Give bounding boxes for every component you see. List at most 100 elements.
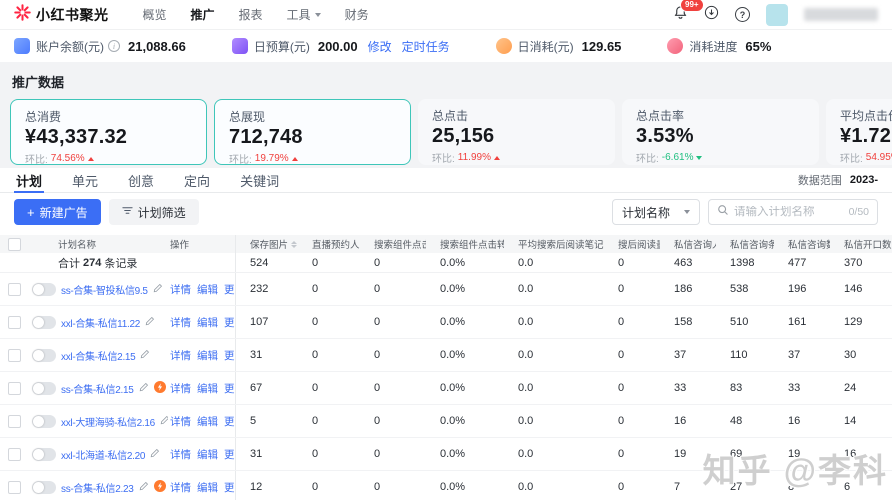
action-more[interactable]: 更多 [224,381,235,396]
tab-2[interactable]: 创意 [126,168,156,192]
campaign-name-link[interactable]: ss-合集-私信2.15 [61,381,134,396]
row-toggle[interactable] [32,348,56,362]
column-header[interactable]: 私信咨询人数 [660,235,716,253]
column-header[interactable]: 保存图片 [236,235,298,253]
row-checkbox[interactable] [8,381,21,395]
tab-0[interactable]: 计划 [14,168,45,193]
metric-cell: 16 [844,448,857,460]
date-range[interactable]: 数据范围 2023- [798,172,878,188]
plan-filter-button[interactable]: 计划筛选 [108,199,199,225]
action-more[interactable]: 更多 [224,414,235,429]
help-icon[interactable]: ? [735,7,750,22]
action-detail[interactable]: 详情 [170,315,191,330]
edit-icon[interactable] [160,415,168,428]
nav-item-4[interactable]: 财务 [345,6,369,23]
column-header[interactable]: 搜索组件点击转化率 [426,235,504,253]
row-toggle[interactable] [32,414,56,428]
metric-cell: 0 [374,283,381,295]
row-toggle[interactable] [32,282,56,296]
row-toggle[interactable] [32,447,56,461]
metric-cell: 16 [788,415,801,427]
edit-icon[interactable] [139,481,149,494]
action-detail[interactable]: 详情 [170,381,191,396]
action-more[interactable]: 更多 [224,315,235,330]
nav-item-3[interactable]: 工具 [287,6,321,23]
column-header[interactable]: 私信咨询条数 [716,235,774,253]
notifications-button[interactable]: 99+ [673,0,704,25]
new-ad-button[interactable]: + 新建广告 [14,199,101,225]
table-row: ss-合集-私信2.15 详情编辑更多 67 0 0 0.0% 0.0 0 33 83 33 24 [0,372,892,405]
action-edit[interactable]: 编辑 [197,414,218,429]
stat-card[interactable]: 总点击率 3.53% 环比: -6.61% [622,99,819,165]
row-checkbox[interactable] [8,447,21,461]
column-header[interactable]: 直播预约人次 [298,235,360,253]
action-edit[interactable]: 编辑 [197,315,218,330]
row-checkbox[interactable] [8,315,21,329]
action-more[interactable]: 更多 [224,480,235,495]
avatar[interactable] [766,3,788,26]
campaign-name-link[interactable]: xxl-大理海骑-私信2.16 [61,414,155,429]
row-toggle[interactable] [32,480,56,494]
action-detail[interactable]: 详情 [170,480,191,495]
row-toggle[interactable] [32,381,56,395]
campaign-name-link[interactable]: xxl-合集-私信11.22 [61,315,140,330]
action-more[interactable]: 更多 [224,282,235,297]
edit-icon[interactable] [153,283,163,296]
edit-icon[interactable] [150,448,160,461]
tabs-bar: 计划 单元 创意 定向 关键词 数据范围 2023- [0,168,892,193]
stat-card[interactable]: 总消费 ¥43,337.32 环比: 74.56% [10,99,207,166]
column-header[interactable]: 搜后阅读量 [604,235,660,253]
nav-item-0[interactable]: 概览 [143,6,167,23]
stat-card[interactable]: 平均点击价格 ¥1.72 环比:54.95% [826,99,892,165]
row-checkbox-cell [0,405,28,437]
action-detail[interactable]: 详情 [170,348,191,363]
select-all-checkbox[interactable] [8,237,21,251]
tab-3[interactable]: 定向 [182,168,212,192]
metric-cell: 0 [618,481,625,493]
nav-item-1[interactable]: 推广 [191,6,215,23]
search-field-select[interactable]: 计划名称 [611,199,700,225]
stat-value: 200.00 [317,38,358,54]
campaign-name-link[interactable]: ss-合集-智投私信9.5 [61,282,148,297]
row-checkbox[interactable] [8,348,21,362]
metric-cell: 0 [374,481,381,493]
search-input[interactable] [734,206,844,218]
edit-icon[interactable] [139,382,149,395]
column-header[interactable]: 私信咨询数 [774,235,830,253]
action-edit[interactable]: 编辑 [197,381,218,396]
action-edit[interactable]: 编辑 [197,282,218,297]
stat-action-link[interactable]: 修改 [368,38,392,55]
action-detail[interactable]: 详情 [170,414,191,429]
action-more[interactable]: 更多 [224,348,235,363]
action-detail[interactable]: 详情 [170,447,191,462]
stat-card[interactable]: 总展现 712,748 环比: 19.79% [214,99,411,166]
column-header[interactable]: 平均搜索后阅读笔记篇数 [504,235,604,253]
stat-card[interactable]: 总点击 25,156 环比: 11.99% [418,99,615,165]
search-box: 0/50 [708,199,878,225]
action-detail[interactable]: 详情 [170,282,191,297]
nav-item-2[interactable]: 报表 [239,6,263,23]
row-checkbox[interactable] [8,414,21,428]
action-edit[interactable]: 编辑 [197,447,218,462]
edit-icon[interactable] [145,316,155,329]
table-body: ss-合集-智投私信9.5详情编辑更多232000.0%0.0018653819… [0,273,892,500]
action-edit[interactable]: 编辑 [197,348,218,363]
column-header[interactable]: 搜索组件点击量 [360,235,426,253]
tab-1[interactable]: 单元 [70,168,100,192]
recharge-button[interactable] [704,5,719,25]
action-more[interactable]: 更多 [224,447,235,462]
edit-icon[interactable] [140,349,150,362]
column-header[interactable]: 私信开口数 [830,235,892,253]
row-checkbox[interactable] [8,282,21,296]
logo[interactable]: 小红书聚光 [14,3,109,26]
campaign-name-link[interactable]: ss-合集-私信2.23 [61,480,134,495]
action-edit[interactable]: 编辑 [197,480,218,495]
row-checkbox[interactable] [8,480,21,494]
info-icon[interactable]: i [108,40,120,52]
campaign-name-link[interactable]: xxl-北海道-私信2.20 [61,447,145,462]
stat-action-link[interactable]: 定时任务 [402,38,450,55]
row-toggle[interactable] [32,315,56,329]
campaign-name-link[interactable]: xxl-合集-私信2.15 [61,348,136,363]
metric-cell: 0 [618,382,625,394]
tab-4[interactable]: 关键词 [238,168,281,192]
